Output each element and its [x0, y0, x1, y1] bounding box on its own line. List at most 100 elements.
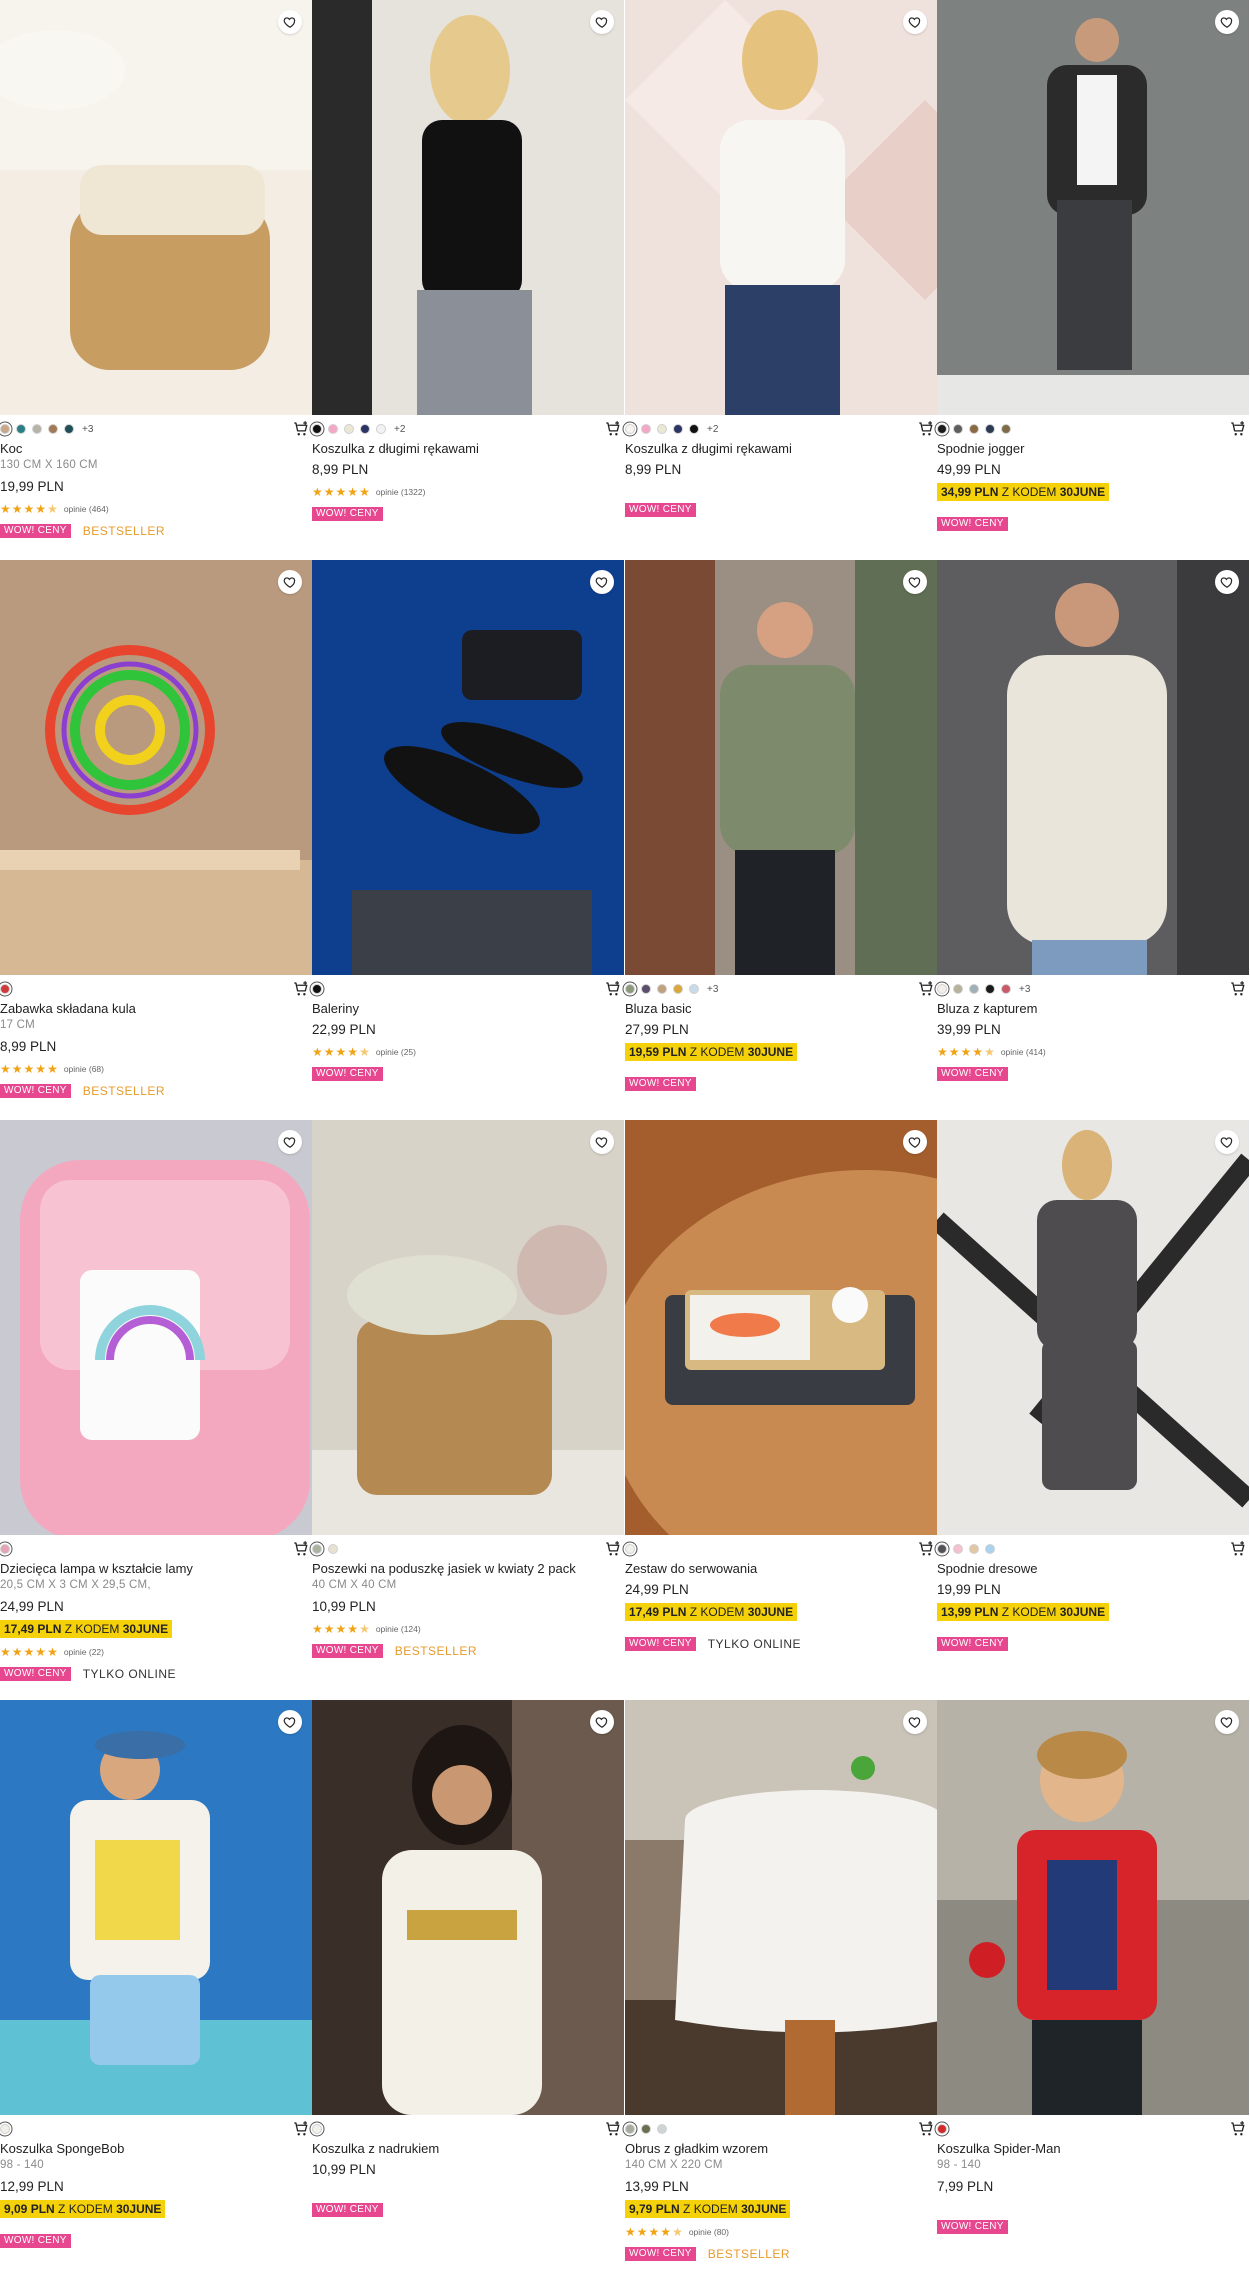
wishlist-button[interactable]: [590, 10, 614, 34]
color-swatch[interactable]: [641, 424, 651, 434]
more-colors-count[interactable]: +2: [394, 424, 405, 435]
product-card[interactable]: Spodnie jogger 49,99 PLN 34,99 PLN Z KODEM…: [937, 0, 1249, 560]
color-swatch[interactable]: [969, 1544, 979, 1554]
wishlist-button[interactable]: [1215, 1710, 1239, 1734]
color-swatch[interactable]: [376, 424, 386, 434]
color-swatch[interactable]: [641, 2124, 651, 2134]
color-swatch[interactable]: [657, 424, 667, 434]
add-to-cart-icon[interactable]: [604, 420, 622, 438]
more-colors-count[interactable]: +3: [707, 984, 718, 995]
color-swatch[interactable]: [937, 1544, 947, 1554]
wishlist-button[interactable]: [278, 10, 302, 34]
color-swatch[interactable]: [953, 424, 963, 434]
color-swatch[interactable]: [625, 984, 635, 994]
color-swatch[interactable]: [328, 424, 338, 434]
color-swatch[interactable]: [953, 1544, 963, 1554]
product-card[interactable]: Baleriny 22,99 PLN ★ ★ ★ ★ ★ opinie (25) WOW! CE…: [312, 560, 624, 1120]
color-swatch[interactable]: [937, 984, 947, 994]
product-card[interactable]: Dziecięca lampa w kształcie lamy 20,5 CM …: [0, 1120, 312, 1681]
product-card[interactable]: +3 Bluza basic 27,99 PLN 19,59 PLN Z KODEM …: [625, 560, 937, 1120]
product-name[interactable]: Baleriny: [312, 1001, 624, 1018]
product-image[interactable]: [937, 560, 1249, 975]
wishlist-button[interactable]: [278, 570, 302, 594]
color-swatch[interactable]: [937, 2124, 947, 2134]
product-image[interactable]: [0, 1120, 312, 1535]
color-swatch[interactable]: [969, 984, 979, 994]
more-colors-count[interactable]: +3: [1019, 984, 1030, 995]
wishlist-button[interactable]: [903, 570, 927, 594]
color-swatch[interactable]: [985, 984, 995, 994]
add-to-cart-icon[interactable]: [917, 420, 935, 438]
color-swatch[interactable]: [0, 2124, 10, 2134]
product-card[interactable]: Zabawka składana kula 17 CM 8,99 PLN ★ ★ ★ ★ ★ o…: [0, 560, 312, 1120]
color-swatch[interactable]: [673, 424, 683, 434]
product-card[interactable]: Poszewki na poduszkę jasiek w kwiaty 2 p…: [312, 1120, 624, 1680]
product-card[interactable]: Spodnie dresowe 19,99 PLN 13,99 PLN Z KODE…: [937, 1120, 1249, 1680]
color-swatch[interactable]: [64, 424, 74, 434]
color-swatch[interactable]: [312, 2124, 322, 2134]
color-swatch[interactable]: [344, 424, 354, 434]
add-to-cart-icon[interactable]: [292, 1540, 310, 1558]
add-to-cart-icon[interactable]: [1229, 980, 1247, 998]
product-image[interactable]: [937, 1700, 1249, 2115]
product-card[interactable]: Zestaw do serwowania 24,99 PLN 17,49 PLN Z…: [625, 1120, 937, 1680]
product-card[interactable]: +3 Koc 130 CM X 160 CM 19,99 PLN ★ ★ ★ ★ ★ opinie…: [0, 0, 312, 560]
color-swatch[interactable]: [0, 424, 10, 434]
wishlist-button[interactable]: [1215, 1130, 1239, 1154]
product-name[interactable]: Koszulka Spider-Man: [937, 2141, 1249, 2158]
color-swatch[interactable]: [32, 424, 42, 434]
product-image[interactable]: [312, 1700, 624, 2115]
color-swatch[interactable]: [1001, 424, 1011, 434]
product-image[interactable]: [0, 1700, 312, 2115]
product-rating[interactable]: ★ ★ ★ ★ ★ opinie (68): [0, 1060, 312, 1077]
product-name[interactable]: Poszewki na poduszkę jasiek w kwiaty 2 p…: [312, 1561, 624, 1578]
add-to-cart-icon[interactable]: [604, 2120, 622, 2138]
product-name[interactable]: Obrus z gładkim wzorem: [625, 2141, 937, 2158]
product-rating[interactable]: ★ ★ ★ ★ ★ opinie (25): [312, 1043, 624, 1060]
color-swatch[interactable]: [641, 984, 651, 994]
color-swatch[interactable]: [312, 984, 322, 994]
more-colors-count[interactable]: +2: [707, 424, 718, 435]
color-swatch[interactable]: [689, 984, 699, 994]
wishlist-button[interactable]: [903, 10, 927, 34]
product-name[interactable]: Bluza z kapturem: [937, 1001, 1249, 1018]
product-card[interactable]: Koszulka z nadrukiem 10,99 PLN WOW! CENY: [312, 1700, 624, 2275]
add-to-cart-icon[interactable]: [1229, 420, 1247, 438]
product-image[interactable]: [0, 560, 312, 975]
product-image[interactable]: [625, 0, 937, 415]
product-image[interactable]: [312, 560, 624, 975]
color-swatch[interactable]: [0, 984, 10, 994]
color-swatch[interactable]: [985, 424, 995, 434]
color-swatch[interactable]: [969, 424, 979, 434]
wishlist-button[interactable]: [278, 1710, 302, 1734]
product-name[interactable]: Koszulka z długimi rękawami: [312, 441, 624, 458]
product-card[interactable]: Koszulka SpongeBob 98 - 140 12,99 PLN 9,09 …: [0, 1700, 312, 2275]
add-to-cart-icon[interactable]: [917, 2120, 935, 2138]
color-swatch[interactable]: [1001, 984, 1011, 994]
color-swatch[interactable]: [657, 2124, 667, 2134]
wishlist-button[interactable]: [903, 1130, 927, 1154]
product-card[interactable]: +2 Koszulka z długimi rękawami 8,99 PLN ★ ★ ★…: [312, 0, 624, 560]
product-name[interactable]: Koszulka z nadrukiem: [312, 2141, 624, 2158]
color-swatch[interactable]: [937, 424, 947, 434]
product-name[interactable]: Zestaw do serwowania: [625, 1561, 937, 1578]
product-card[interactable]: +2 Koszulka z długimi rękawami 8,99 PLN WOW…: [625, 0, 937, 560]
product-name[interactable]: Koszulka z długimi rękawami: [625, 441, 937, 458]
add-to-cart-icon[interactable]: [604, 980, 622, 998]
wishlist-button[interactable]: [278, 1130, 302, 1154]
product-name[interactable]: Koszulka SpongeBob: [0, 2141, 312, 2158]
product-rating[interactable]: ★ ★ ★ ★ ★ opinie (1322): [312, 483, 624, 500]
add-to-cart-icon[interactable]: [1229, 1540, 1247, 1558]
wishlist-button[interactable]: [1215, 570, 1239, 594]
color-swatch[interactable]: [328, 1544, 338, 1554]
add-to-cart-icon[interactable]: [292, 2120, 310, 2138]
color-swatch[interactable]: [48, 424, 58, 434]
product-image[interactable]: [625, 560, 937, 975]
product-card[interactable]: +3 Bluza z kapturem 39,99 PLN ★ ★ ★ ★ ★ opinie (…: [937, 560, 1249, 1120]
wishlist-button[interactable]: [1215, 10, 1239, 34]
product-rating[interactable]: ★ ★ ★ ★ ★ opinie (464): [0, 500, 312, 517]
color-swatch[interactable]: [657, 984, 667, 994]
product-image[interactable]: [312, 0, 624, 415]
add-to-cart-icon[interactable]: [917, 1540, 935, 1558]
add-to-cart-icon[interactable]: [604, 1540, 622, 1558]
